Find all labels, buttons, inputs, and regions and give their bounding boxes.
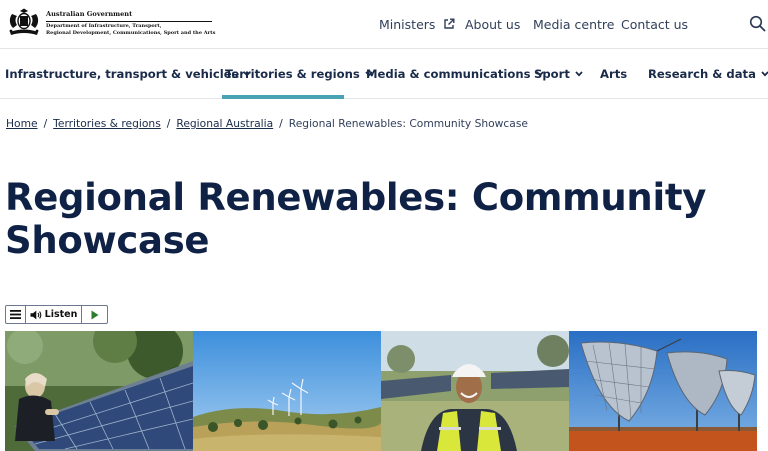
breadcrumb-current: Regional Renewables: Community Showcase xyxy=(288,117,528,130)
nav-item-label: Arts xyxy=(600,67,628,81)
nav-sport[interactable]: Sport xyxy=(534,67,583,81)
wind-turbines-image xyxy=(193,331,381,451)
page-title: Regional Renewables: Community Showcase xyxy=(5,176,707,262)
nav-item-label: Territories & regions xyxy=(225,67,360,81)
about-us-link[interactable]: About us xyxy=(465,17,520,32)
speaker-icon xyxy=(30,310,41,319)
breadcrumb-separator: / xyxy=(279,117,283,130)
chevron-down-icon xyxy=(761,71,768,77)
nav-media-communications[interactable]: Media & communications xyxy=(366,67,544,81)
breadcrumb-separator: / xyxy=(166,117,171,130)
main-navigation: Infrastructure, transport & vehicles Ter… xyxy=(0,49,768,99)
logo-divider xyxy=(46,21,212,22)
search-icon[interactable] xyxy=(749,15,766,32)
solar-panel-installer-image xyxy=(5,331,193,451)
breadcrumb-home[interactable]: Home xyxy=(6,117,38,130)
chevron-down-icon xyxy=(575,71,583,77)
nav-item-label: Media & communications xyxy=(366,67,531,81)
government-logo[interactable]: Australian Government Department of Infr… xyxy=(6,7,215,43)
listen-toolbar: Listen xyxy=(5,305,108,324)
ministers-link[interactable]: Ministers xyxy=(379,17,455,32)
active-nav-indicator xyxy=(222,95,344,99)
government-name: Australian Government xyxy=(46,10,133,18)
breadcrumb-territories-regions[interactable]: Territories & regions xyxy=(53,117,161,130)
listen-label: Listen xyxy=(44,309,78,320)
department-name: Department of Infrastructure, Transport,… xyxy=(46,23,215,37)
ministers-label: Ministers xyxy=(379,17,436,32)
department-line-2: Regional Development, Communications, Sp… xyxy=(46,30,216,36)
listen-button[interactable]: Listen xyxy=(26,306,82,323)
breadcrumb: Home / Territories & regions / Regional Aust… xyxy=(6,117,528,130)
listen-menu-button[interactable] xyxy=(6,306,26,323)
top-header: Australian Government Department of Infr… xyxy=(0,0,768,49)
menu-icon xyxy=(10,310,21,319)
nav-item-label: Infrastructure, transport & vehicles xyxy=(5,67,239,81)
media-centre-link[interactable]: Media centre xyxy=(533,17,614,32)
solar-dish-concentrators-image xyxy=(569,331,757,451)
nav-territories-regions[interactable]: Territories & regions xyxy=(225,67,373,81)
nav-research-data[interactable]: Research & data xyxy=(648,67,768,81)
contact-us-link[interactable]: Contact us xyxy=(621,17,688,32)
department-line-1: Department of Infrastructure, Transport, xyxy=(46,23,162,29)
nav-item-label: Research & data xyxy=(648,67,756,81)
nav-infrastructure-transport-vehicles[interactable]: Infrastructure, transport & vehicles xyxy=(5,67,252,81)
nav-arts[interactable]: Arts xyxy=(600,67,627,81)
breadcrumb-regional-australia[interactable]: Regional Australia xyxy=(176,117,273,130)
external-link-icon xyxy=(444,18,455,29)
hero-image-strip xyxy=(5,331,757,451)
breadcrumb-separator: / xyxy=(43,117,48,130)
play-button[interactable] xyxy=(82,306,107,323)
coat-of-arms-icon xyxy=(9,8,39,35)
nav-item-label: Sport xyxy=(534,67,570,81)
solar-farm-worker-image xyxy=(381,331,569,451)
play-icon xyxy=(91,310,98,319)
